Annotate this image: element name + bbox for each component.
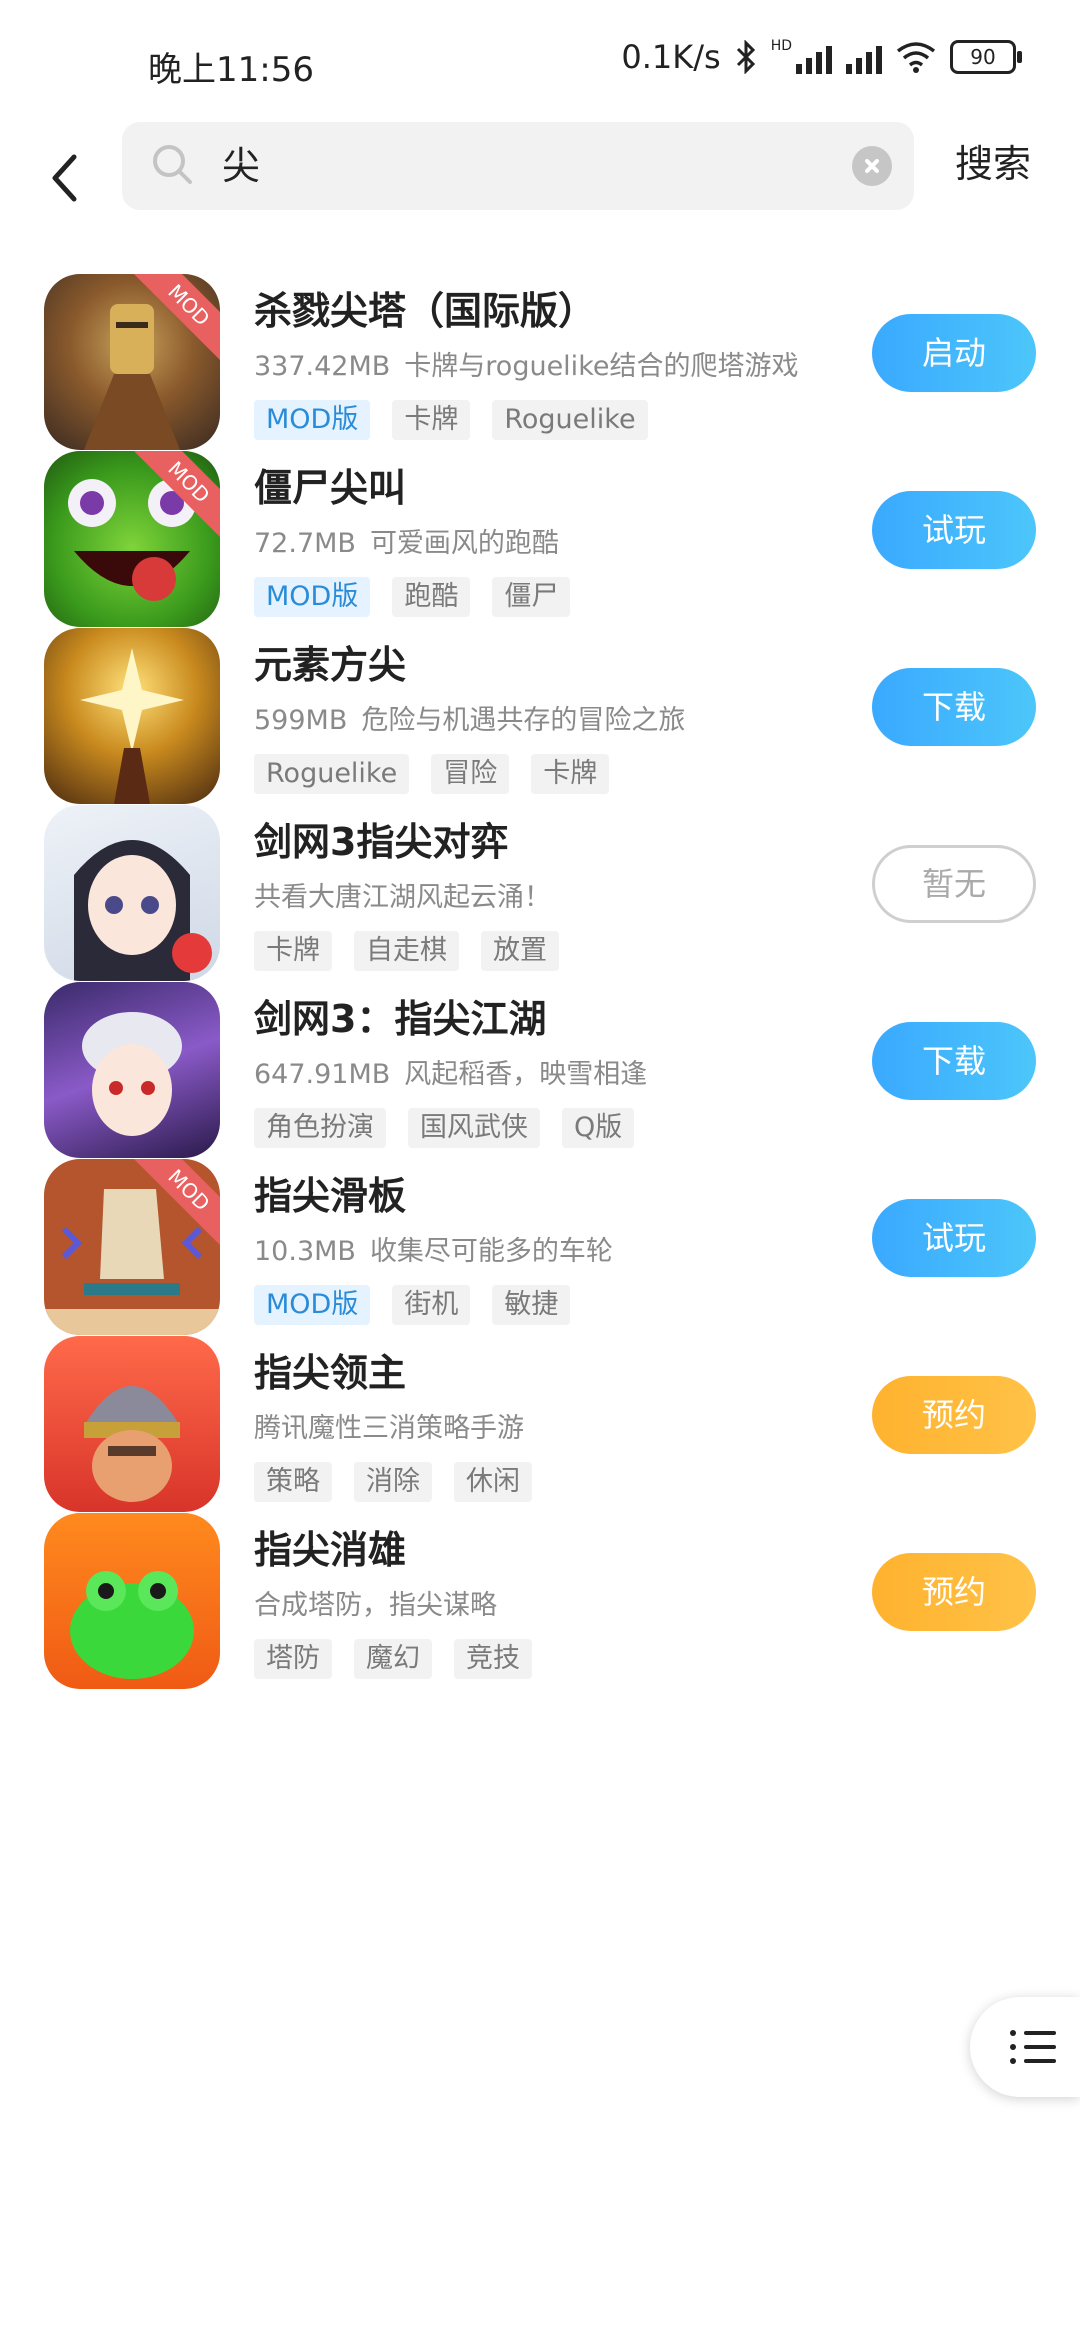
list-menu-icon (1010, 2030, 1016, 2036)
list-menu-icon-line (1024, 2059, 1056, 2063)
app-desc: 风起稻香，映雪相逢 (404, 1059, 648, 1090)
search-query: 尖 (222, 144, 261, 188)
app-name: 僵尸尖叫 (254, 466, 407, 510)
tag-list: 塔防 魔幻 竞技 (254, 1639, 532, 1679)
app-desc: 收集尽可能多的车轮 (369, 1236, 613, 1267)
list-menu-button[interactable] (970, 1997, 1080, 2097)
trial-button[interactable]: 试玩 (872, 491, 1036, 569)
list-menu-icon-line (1024, 2031, 1056, 2035)
app-desc: 共看大唐江湖风起云涌！ (254, 882, 551, 913)
search-icon (153, 145, 192, 184)
search-header: 尖 搜索 (0, 120, 1080, 230)
back-button[interactable] (36, 138, 92, 218)
tag[interactable]: 竞技 (454, 1639, 532, 1679)
app-desc: 腾讯魔性三消策略手游 (254, 1413, 524, 1444)
app-desc-line: 72.7MB 可爱画风的跑酷 (254, 521, 559, 560)
app-name: 指尖滑板 (254, 1174, 407, 1218)
download-button[interactable]: 下载 (872, 1022, 1036, 1100)
app-desc: 可爱画风的跑酷 (369, 528, 559, 559)
unavailable-button[interactable]: 暂无 (872, 845, 1036, 923)
hd-label: HD (770, 38, 792, 54)
list-menu-icon-dot (1010, 2044, 1016, 2050)
clear-icon[interactable] (852, 146, 892, 186)
app-size: 10.3MB (254, 1236, 356, 1267)
battery-level: 90 (970, 45, 996, 69)
wifi-icon (896, 42, 936, 73)
list-menu-icon-line (1024, 2045, 1056, 2049)
signal-icon-1 (796, 40, 832, 74)
status-right: 0.1K/s HD 90 (621, 38, 1022, 76)
trial-button[interactable]: 试玩 (872, 1199, 1036, 1277)
app-name: 剑网3指尖对弈 (254, 820, 509, 864)
app-size: 647.91MB (254, 1059, 391, 1090)
launch-button[interactable]: 启动 (872, 314, 1036, 392)
app-size: 337.42MB (254, 351, 391, 382)
search-button[interactable]: 搜索 (955, 140, 1031, 188)
app-desc: 卡牌与roguelike结合的爬塔游戏 (404, 351, 799, 382)
app-desc-line: 合成塔防，指尖谋略 (254, 1583, 497, 1622)
app-name: 元素方尖 (254, 643, 407, 687)
app-size: 72.7MB (254, 528, 356, 559)
app-name: 指尖领主 (254, 1351, 407, 1395)
app-desc-line: 共看大唐江湖风起云涌！ (254, 875, 551, 914)
app-name: 剑网3：指尖江湖 (254, 997, 547, 1041)
tag[interactable]: 魔幻 (354, 1639, 432, 1679)
reserve-button[interactable]: 预约 (872, 1553, 1036, 1631)
app-name: 杀戮尖塔（国际版） (254, 289, 597, 333)
app-icon (44, 1513, 220, 1689)
app-desc: 危险与机遇共存的冒险之旅 (361, 705, 686, 736)
status-bar: 晚上11:56 0.1K/s HD 90 (0, 0, 1080, 120)
download-button[interactable]: 下载 (872, 668, 1036, 746)
app-desc-line: 647.91MB 风起稻香，映雪相逢 (254, 1052, 647, 1091)
battery-icon: 90 (950, 40, 1022, 74)
search-input[interactable]: 尖 (122, 122, 914, 210)
list-menu-icon-dot (1010, 2058, 1016, 2064)
app-name: 指尖消雄 (254, 1528, 407, 1572)
app-desc-line: 腾讯魔性三消策略手游 (254, 1406, 524, 1445)
reserve-button[interactable]: 预约 (872, 1376, 1036, 1454)
list-item[interactable]: 指尖消雄 合成塔防，指尖谋略 塔防 魔幻 竞技 预约 (0, 1479, 1080, 1743)
app-size: 599MB (254, 705, 348, 736)
app-desc-line: 10.3MB 收集尽可能多的车轮 (254, 1229, 613, 1268)
back-arrow-icon (52, 154, 77, 202)
network-speed: 0.1K/s (621, 38, 721, 76)
bluetooth-icon (736, 40, 755, 74)
signal-icon-2 (846, 40, 882, 74)
app-desc-line: 599MB 危险与机遇共存的冒险之旅 (254, 698, 685, 737)
status-time: 晚上11:56 (148, 50, 314, 90)
app-desc-line: 337.42MB 卡牌与roguelike结合的爬塔游戏 (254, 344, 798, 383)
app-desc: 合成塔防，指尖谋略 (254, 1590, 497, 1621)
tag[interactable]: 塔防 (254, 1639, 332, 1679)
